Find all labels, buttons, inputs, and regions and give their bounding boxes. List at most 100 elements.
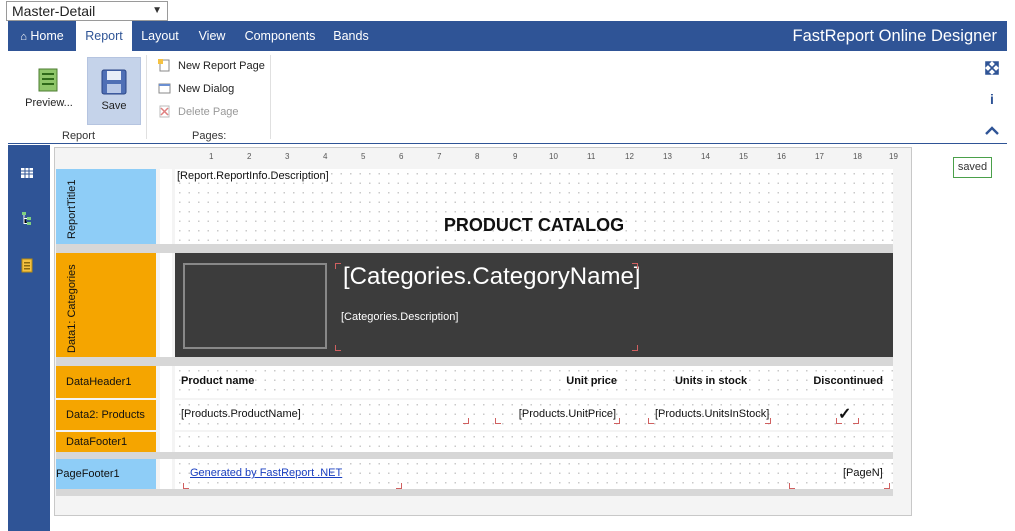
band-divider [56, 244, 893, 253]
corner-marker [335, 345, 341, 351]
save-button[interactable]: Save [87, 57, 141, 125]
tab-bands[interactable]: Bands [324, 21, 378, 51]
tab-home[interactable]: ⌂ Home [8, 21, 76, 51]
corner-marker [183, 483, 189, 489]
band-name: ReportTitle1 [66, 179, 78, 239]
tab-view[interactable]: View [188, 21, 236, 51]
tab-layout[interactable]: Layout [132, 21, 188, 51]
ruler-tick: 2 [247, 152, 252, 161]
ruler-tick: 16 [777, 152, 786, 161]
unit-price-field[interactable]: [Products.UnitPrice] [500, 408, 616, 420]
corner-marker [884, 483, 890, 489]
new-dialog-button[interactable]: New Dialog [158, 80, 234, 98]
corner-marker [463, 418, 469, 424]
delete-page-button[interactable]: Delete Page [158, 103, 239, 121]
new-report-page-label: New Report Page [178, 60, 265, 72]
report-select-value: Master-Detail [12, 3, 96, 19]
expand-arrows-icon [985, 61, 999, 75]
ribbon: Preview... Save Report New Report Page N… [8, 51, 1007, 144]
corner-marker [853, 418, 859, 424]
tab-report[interactable]: Report [76, 21, 132, 51]
category-picture[interactable] [183, 263, 327, 349]
ruler-tick: 7 [437, 152, 442, 161]
corner-marker [632, 263, 638, 269]
chevron-down-icon: ▼ [152, 5, 162, 16]
ruler-tick: 9 [513, 152, 518, 161]
generated-by-link[interactable]: Generated by FastReport .NET [190, 467, 342, 479]
band-name: Data2: Products [66, 409, 145, 421]
band-divider [56, 489, 893, 496]
ruler-tick: 19 [889, 152, 898, 161]
chevron-up-icon [985, 126, 999, 135]
catalog-title-field[interactable]: PRODUCT CATALOG [175, 215, 893, 236]
ruler-tick: 15 [739, 152, 748, 161]
grid-table-icon[interactable] [19, 165, 35, 181]
corner-marker [836, 418, 842, 424]
corner-marker [765, 418, 771, 424]
new-dialog-icon [158, 83, 171, 94]
clipboard-icon[interactable] [19, 257, 35, 273]
new-page-icon [158, 59, 170, 72]
ruler-tick: 6 [399, 152, 404, 161]
header-discontinued[interactable]: Discontinued [800, 375, 883, 387]
corner-marker [495, 418, 501, 424]
collapse-ribbon-icon[interactable] [984, 123, 1000, 139]
fullscreen-icon[interactable] [984, 61, 1000, 77]
category-name-field[interactable]: [Categories.CategoryName] [343, 263, 640, 291]
ruler-tick: 13 [663, 152, 672, 161]
band-divider [56, 452, 893, 459]
band-label-data-header[interactable]: DataHeader1 [56, 366, 156, 398]
ribbon-divider [146, 55, 147, 139]
info-icon[interactable]: i [984, 91, 1000, 107]
band-label-data-footer[interactable]: DataFooter1 [56, 432, 156, 452]
corner-marker [648, 418, 654, 424]
pages-group-label: Pages: [192, 130, 227, 142]
report-description-field[interactable]: [Report.ReportInfo.Description] [177, 170, 329, 182]
category-description-field[interactable]: [Categories.Description] [341, 311, 458, 323]
delete-page-icon [159, 105, 170, 118]
band-name: DataFooter1 [66, 436, 128, 448]
corner-marker [614, 418, 620, 424]
header-units-in-stock[interactable]: Units in stock [650, 375, 772, 387]
preview-button[interactable]: Preview... [24, 63, 74, 119]
nav-bar: ⌂ Home Report Layout View Components Ban… [8, 21, 1007, 51]
band-label-report-title[interactable]: ReportTitle1 [56, 169, 156, 244]
ribbon-divider [270, 55, 271, 139]
corner-marker [789, 483, 795, 489]
report-select[interactable]: Master-Detail ▼ [6, 1, 168, 21]
header-unit-price[interactable]: Unit price [500, 375, 617, 387]
new-report-page-button[interactable]: New Report Page [158, 57, 265, 75]
band-label-data1[interactable]: Data1: Categories [56, 253, 156, 357]
band-label-data2[interactable]: Data2: Products [56, 400, 156, 430]
ruler-tick: 14 [701, 152, 710, 161]
band-label-page-footer[interactable]: PageFooter1 [56, 459, 156, 489]
ruler-tick: 1 [209, 152, 214, 161]
ruler-tick: 18 [853, 152, 862, 161]
report-group-label: Report [62, 130, 96, 142]
page-number-field[interactable]: [PageN] [843, 467, 883, 479]
ruler-tick: 3 [285, 152, 290, 161]
floppy-disk-icon [101, 69, 127, 95]
units-in-stock-field[interactable]: [Products.UnitsInStock] [655, 408, 769, 420]
left-sidebar [8, 145, 50, 531]
tree-structure-icon[interactable] [19, 210, 35, 226]
band-data-footer[interactable] [175, 432, 893, 452]
product-name-field[interactable]: [Products.ProductName] [181, 408, 301, 420]
header-product-name[interactable]: Product name [181, 375, 254, 387]
ruler-tick: 5 [361, 152, 366, 161]
ruler-tick: 10 [549, 152, 558, 161]
corner-marker [335, 263, 341, 269]
ruler-tick: 11 [587, 152, 596, 161]
corner-marker [632, 345, 638, 351]
save-label: Save [101, 100, 127, 112]
ruler-tick: 4 [323, 152, 328, 161]
ruler-tick: 8 [475, 152, 480, 161]
preview-label: Preview... [25, 97, 73, 109]
tab-components[interactable]: Components [236, 21, 324, 51]
vertical-ruler [160, 169, 172, 489]
band-divider [56, 357, 893, 366]
preview-icon [38, 68, 58, 92]
ruler-tick: 17 [815, 152, 824, 161]
horizontal-ruler: 1 2 3 4 5 6 7 8 9 10 11 12 13 14 15 16 1… [175, 150, 898, 164]
band-name: PageFooter1 [56, 468, 120, 480]
